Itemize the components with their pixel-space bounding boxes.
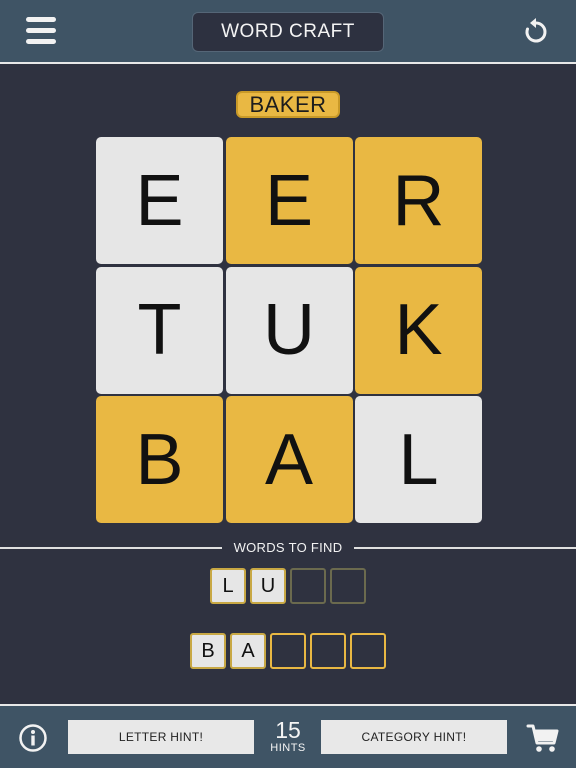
reset-icon[interactable] (520, 16, 552, 48)
answer-slot: A (230, 633, 266, 669)
info-icon[interactable] (18, 723, 48, 753)
divider-right (354, 547, 576, 549)
letter-tile[interactable]: E (96, 137, 223, 264)
letter-tile[interactable]: A (225, 396, 353, 523)
hamburger-menu-icon[interactable] (26, 17, 56, 45)
target-word-badge: BAKER (236, 91, 340, 118)
letter-tile[interactable]: R (355, 137, 482, 264)
letter-tile[interactable]: U (225, 266, 353, 394)
answer-slot: U (250, 568, 286, 604)
hints-count-value: 15 (275, 717, 301, 743)
letter-grid: EERTUKBAL (96, 137, 482, 523)
letter-tile[interactable]: E (225, 137, 353, 264)
answer-slot (310, 633, 346, 669)
answer-slot (330, 568, 366, 604)
answer-word-2: BA (190, 633, 386, 669)
words-to-find-label: WORDS TO FIND (233, 540, 343, 555)
answer-word-1: LU (210, 568, 366, 604)
category-hint-button[interactable]: CATEGORY HINT! (321, 720, 507, 754)
answer-slot (290, 568, 326, 604)
hints-count-label: HINTS (270, 742, 306, 754)
answer-slot (270, 633, 306, 669)
divider-left (0, 547, 222, 549)
app-title: WORD CRAFT (192, 12, 384, 52)
answer-slot (350, 633, 386, 669)
letter-tile[interactable]: L (355, 396, 482, 523)
top-bar: WORD CRAFT (0, 0, 576, 64)
letter-hint-button[interactable]: LETTER HINT! (68, 720, 254, 754)
letter-tile[interactable]: B (96, 396, 223, 523)
bottom-bar: LETTER HINT! 15 HINTS CATEGORY HINT! (0, 704, 576, 768)
answer-slot: L (210, 568, 246, 604)
shopping-cart-icon[interactable] (526, 722, 560, 754)
hints-counter: 15 HINTS (260, 718, 316, 754)
answer-slot: B (190, 633, 226, 669)
letter-tile[interactable]: K (355, 266, 482, 394)
letter-tile[interactable]: T (96, 266, 223, 394)
